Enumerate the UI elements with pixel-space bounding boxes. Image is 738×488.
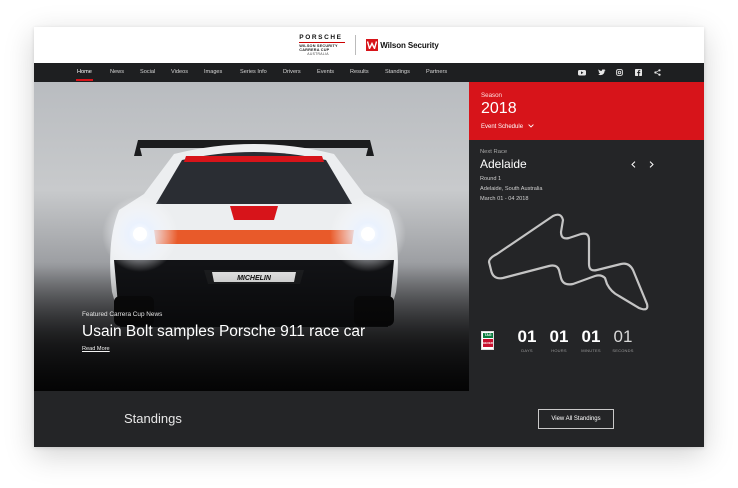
race-dates: March 01 - 04 2018 xyxy=(480,196,529,202)
tag-heuer-bottom: HEUER xyxy=(483,339,493,347)
nav-item-series-info[interactable]: Series Info xyxy=(240,69,267,75)
season-label: Season xyxy=(481,92,502,99)
countdown-days-label: DAYS xyxy=(521,348,533,353)
countdown-minutes-label: MINUTES xyxy=(581,348,601,353)
prev-race-button[interactable] xyxy=(628,159,638,169)
logo-separator xyxy=(355,35,357,55)
facebook-icon[interactable] xyxy=(634,68,643,77)
race-location: Adelaide, South Australia xyxy=(480,186,543,192)
countdown-hours-label: HOURS xyxy=(551,348,567,353)
chevron-left-icon xyxy=(630,160,635,168)
nav-item-home[interactable]: Home xyxy=(77,69,92,75)
nav-item-news[interactable]: News xyxy=(110,69,124,75)
countdown-hours-value: 01 xyxy=(549,327,569,346)
countdown-seconds-value: 01 xyxy=(613,327,633,346)
twitter-icon[interactable] xyxy=(597,68,606,77)
active-nav-indicator xyxy=(76,79,93,81)
nav-item-partners[interactable]: Partners xyxy=(426,69,447,75)
countdown-minutes-value: 01 xyxy=(581,327,601,346)
porsche-carrera-cup-logo[interactable]: PORSCHE WILSON SECURITY CARRERA CUP AUST… xyxy=(299,33,346,57)
countdown-seconds-label: SECONDS xyxy=(612,348,634,353)
next-race-button[interactable] xyxy=(646,159,656,169)
porsche-wordmark: PORSCHE xyxy=(299,33,343,41)
next-race-label: Next Race xyxy=(480,149,508,155)
wilson-mark-icon xyxy=(366,39,379,51)
season-panel: Season 2018 Event Schedule xyxy=(469,82,704,140)
main-nav: Home News Social Videos Images Series In… xyxy=(34,63,704,82)
standings-title: Standings xyxy=(124,411,182,426)
wilson-security-logo[interactable]: Wilson Security xyxy=(366,39,439,51)
tag-heuer-top: TAG xyxy=(483,333,493,338)
page-frame: PORSCHE WILSON SECURITY CARRERA CUP AUST… xyxy=(34,27,704,447)
next-race-panel: Next Race Adelaide Round 1 Adelaide, Sou… xyxy=(469,140,704,391)
race-city: Adelaide xyxy=(480,157,527,171)
nav-item-images[interactable]: Images xyxy=(204,69,222,75)
view-all-standings-button[interactable]: View All Standings xyxy=(538,409,614,429)
standings-section: Standings View All Standings xyxy=(34,391,704,447)
share-icon[interactable] xyxy=(653,68,662,77)
race-round: Round 1 xyxy=(480,176,502,182)
nav-item-events[interactable]: Events xyxy=(317,69,334,75)
hero-feature[interactable]: MICHELIN Featured Carrera Cup News Usain… xyxy=(34,82,469,391)
logo-divider xyxy=(299,41,346,43)
nav-item-results[interactable]: Results xyxy=(350,69,369,75)
hero-kicker: Featured Carrera Cup News xyxy=(82,311,163,318)
event-schedule-label: Event Schedule xyxy=(481,124,524,130)
hero-title[interactable]: Usain Bolt samples Porsche 911 race car xyxy=(82,323,365,341)
nav-item-standings[interactable]: Standings xyxy=(385,69,410,75)
read-more-link[interactable]: Read More xyxy=(82,346,110,352)
site-header: PORSCHE WILSON SECURITY CARRERA CUP AUST… xyxy=(34,27,704,63)
youtube-icon[interactable] xyxy=(577,68,586,77)
cup-line-3: AUSTRALIA xyxy=(307,52,329,57)
nav-item-videos[interactable]: Videos xyxy=(171,69,188,75)
tag-heuer-logo: TAG HEUER xyxy=(481,331,494,350)
nav-item-drivers[interactable]: Drivers xyxy=(283,69,301,75)
season-year: 2018 xyxy=(481,100,517,117)
track-map-icon xyxy=(487,213,649,311)
chevron-right-icon xyxy=(649,160,654,168)
event-schedule-dropdown[interactable]: Event Schedule xyxy=(481,124,534,130)
countdown-days-value: 01 xyxy=(517,327,537,346)
instagram-icon[interactable] xyxy=(615,68,624,77)
wilson-wordmark: Wilson Security xyxy=(380,40,439,50)
chevron-down-icon xyxy=(527,124,534,129)
nav-item-social[interactable]: Social xyxy=(140,69,155,75)
